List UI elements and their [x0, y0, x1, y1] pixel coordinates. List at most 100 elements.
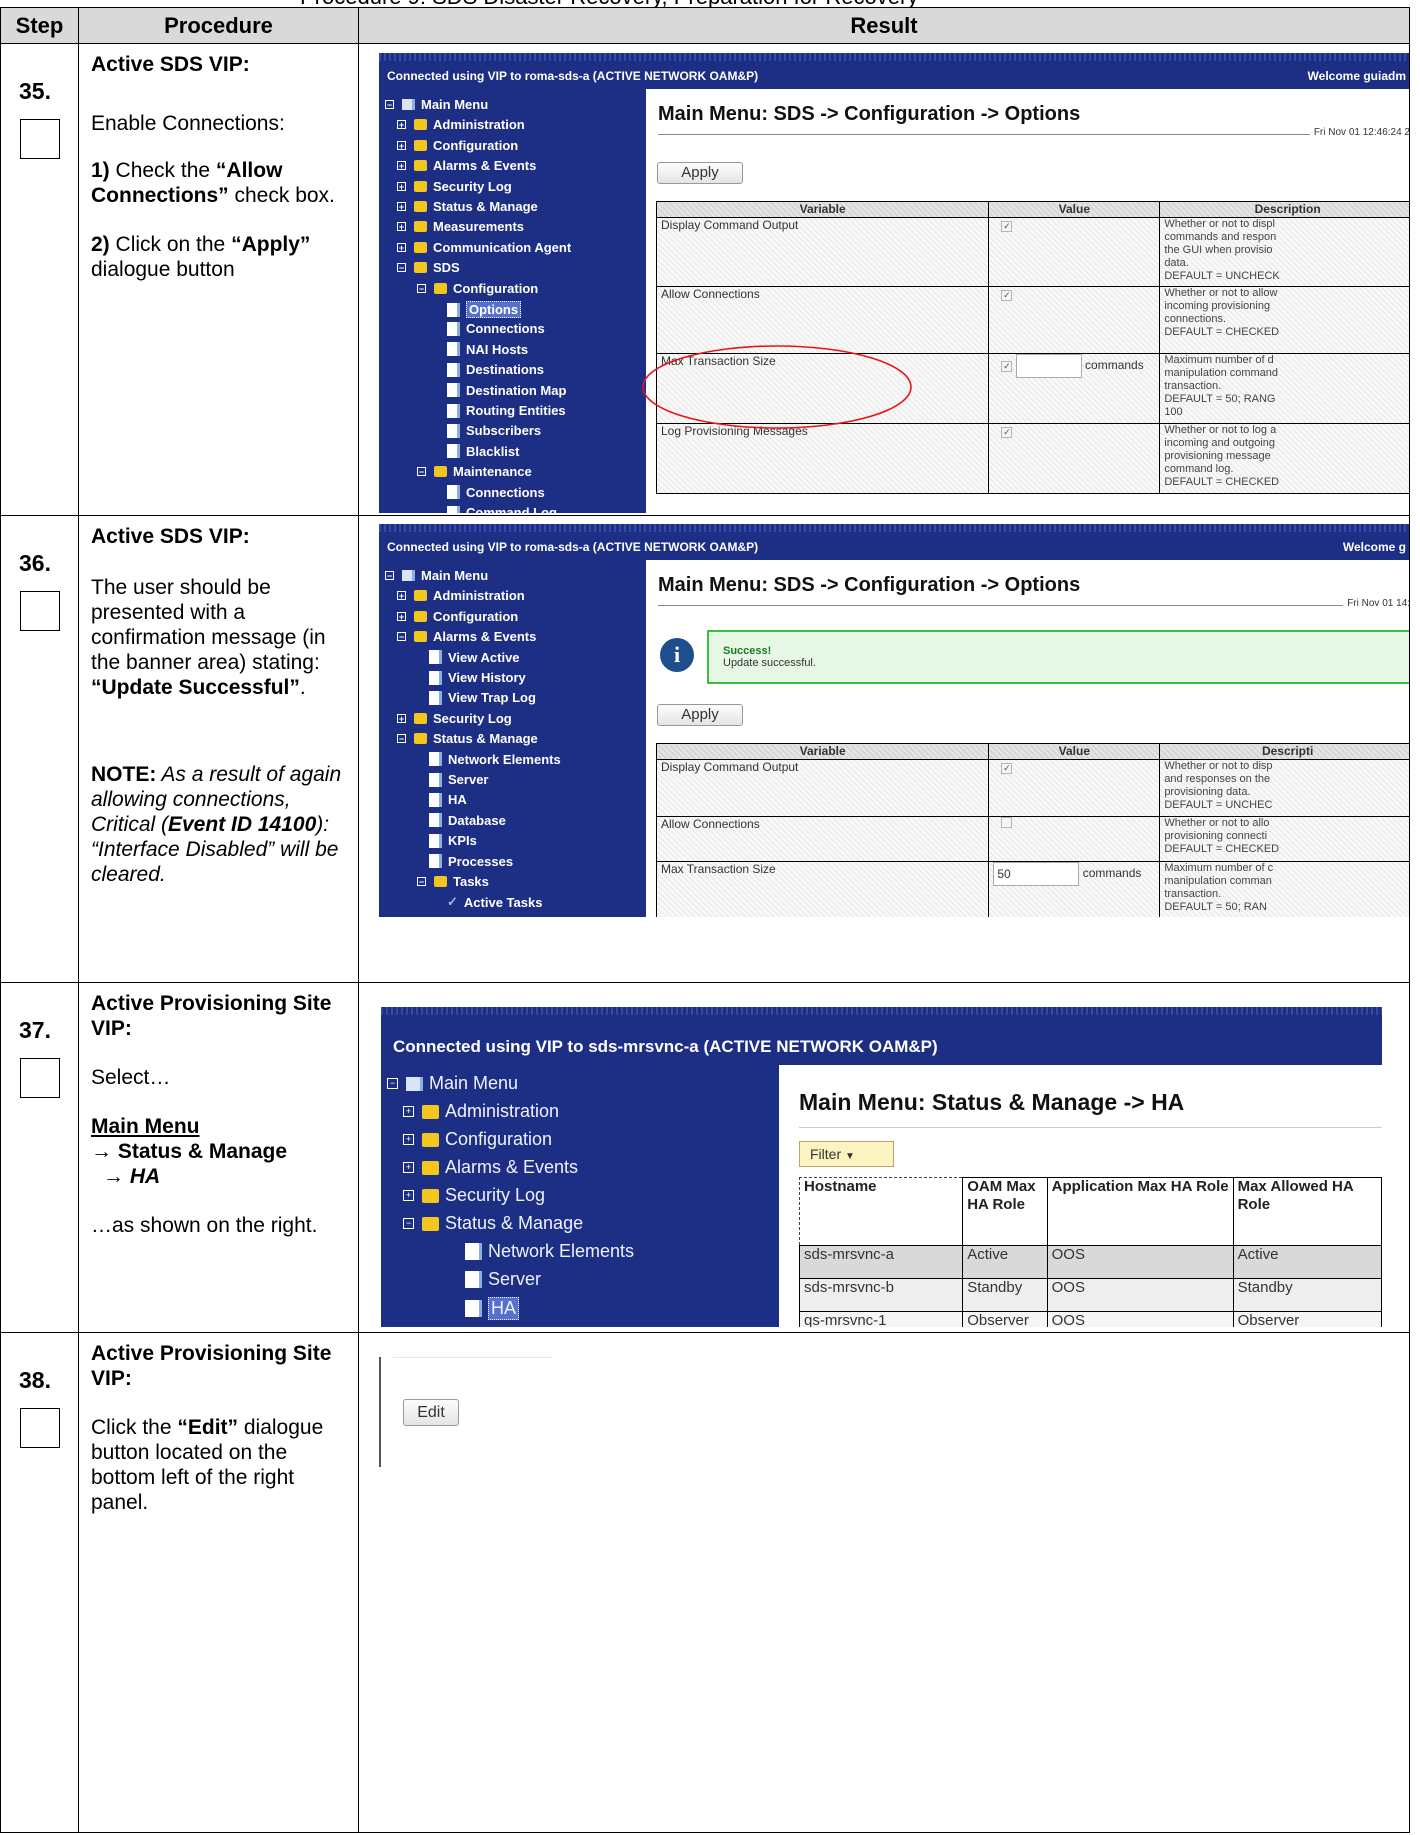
step-checkbox[interactable] — [20, 1058, 60, 1098]
page-icon — [429, 772, 442, 787]
expand-icon[interactable]: + — [403, 1106, 414, 1117]
max-transaction-input[interactable]: 50 — [993, 862, 1080, 886]
hostname-cell: qs-mrsvnc-1 — [798, 1311, 964, 1327]
menu-item[interactable]: + Configuration — [397, 609, 518, 624]
menu-item-label: Active Tasks — [463, 894, 543, 910]
menu-item[interactable]: Server — [429, 772, 488, 787]
collapse-icon[interactable]: − — [397, 734, 406, 744]
step-checkbox[interactable] — [20, 591, 60, 631]
chevron-down-icon: ▼ — [845, 1151, 855, 1162]
collapse-icon[interactable]: − — [397, 632, 406, 642]
filter-button[interactable]: Filter ▼ — [799, 1141, 894, 1167]
checkbox[interactable] — [1001, 817, 1013, 828]
expand-icon[interactable]: + — [403, 1162, 414, 1173]
menu-item[interactable]: Database — [465, 1325, 565, 1327]
main-menu: − Main Menu + Administration + Configuration −… — [379, 560, 646, 917]
step-cell: 36. — [0, 515, 79, 983]
menu-item[interactable]: HA — [465, 1297, 520, 1320]
page-icon — [465, 1243, 482, 1260]
menu-item[interactable]: − Alarms & Events — [397, 629, 536, 644]
table-header-row: Variable Value Descripti — [655, 743, 1409, 760]
menu-item-label: Security Log — [433, 710, 512, 726]
page-icon — [429, 690, 442, 705]
menu-item[interactable]: Network Elements — [429, 752, 561, 767]
success-banner: Success! Update successful. — [707, 630, 1409, 684]
menu-item[interactable]: View Trap Log — [429, 690, 536, 705]
menu-item[interactable]: + Alarms & Events — [403, 1157, 578, 1178]
menu-item-label: Configuration — [445, 1129, 553, 1149]
menu-item[interactable]: − Status & Manage — [397, 731, 538, 746]
menu-item[interactable]: Processes — [429, 854, 513, 869]
page-title: Main Menu: Status & Manage -> HA — [799, 1089, 1185, 1115]
variable-name: Display Command Output — [655, 759, 990, 817]
menu-item[interactable]: + Administration — [397, 588, 525, 603]
menu-item[interactable]: Network Elements — [465, 1241, 634, 1262]
collapse-icon[interactable]: − — [417, 877, 426, 887]
menu-item[interactable]: View Active — [429, 650, 520, 665]
menu-item[interactable]: Server — [465, 1269, 541, 1290]
menu-item-label: Status & Manage — [433, 731, 538, 747]
description-text: Whether or not to disp and responses on t… — [1164, 760, 1408, 812]
step-instruction: 1) Check the “Allow Connections” check b… — [91, 158, 350, 208]
collapse-icon[interactable]: − — [403, 1218, 414, 1229]
description-line: provisioning data. — [1164, 786, 1251, 798]
menu-item[interactable]: − Main Menu — [385, 568, 488, 583]
col-header[interactable]: Application Max HA Role — [1046, 1177, 1234, 1246]
apply-button[interactable]: Apply — [657, 704, 743, 726]
menu-item[interactable]: View History — [429, 670, 526, 685]
procedure-cell: Active Provisioning Site VIP: Click the … — [78, 1332, 359, 1833]
menu-item[interactable]: + Security Log — [403, 1185, 545, 1206]
edit-button[interactable]: Edit — [403, 1399, 459, 1426]
step-heading: Active Provisioning Site VIP: — [91, 1342, 332, 1390]
collapse-icon[interactable]: − — [387, 1078, 398, 1089]
menu-item[interactable]: Database — [429, 813, 506, 828]
table-row[interactable]: sds-mrsvnc-a Active OOS Active — [798, 1245, 1382, 1279]
table-row[interactable]: qs-mrsvnc-1 Observer OOS Observer — [798, 1311, 1382, 1327]
description-line: provisioning connecti — [1164, 830, 1268, 842]
table-row[interactable]: sds-mrsvnc-b Standby OOS Standby — [798, 1278, 1382, 1312]
success-icon: i — [660, 638, 694, 672]
menu-item[interactable]: KPIs — [429, 833, 477, 848]
step-checkbox[interactable] — [20, 1408, 60, 1448]
expand-icon[interactable]: + — [403, 1134, 414, 1145]
description-cell: Whether or not to allo provisioning conne… — [1159, 816, 1409, 862]
substep-text: Click on the — [109, 233, 232, 256]
instruction-emphasis: “Edit” — [177, 1416, 239, 1439]
menu-item-label: Alarms & Events — [433, 629, 537, 645]
checkbox[interactable]: ✓ — [1001, 763, 1013, 774]
page-icon — [429, 792, 442, 807]
description-text: Whether or not to allo provisioning conne… — [1164, 817, 1408, 856]
substep-emphasis: “Apply” — [231, 233, 311, 256]
welcome-text: Welcome g — [1342, 540, 1406, 554]
step-note: NOTE: As a result of again allowing conn… — [91, 762, 350, 887]
menu-item[interactable]: − Main Menu — [387, 1073, 518, 1094]
expand-icon[interactable]: + — [403, 1190, 414, 1201]
menu-item-label: HA — [488, 1297, 520, 1320]
menu-item[interactable]: HA — [429, 792, 467, 807]
expand-icon[interactable]: + — [397, 713, 406, 723]
menu-item[interactable]: + Security Log — [397, 711, 512, 726]
description-cell: Maximum number of c manipulation comman tr… — [1159, 861, 1409, 917]
menu-item[interactable]: − Status & Manage — [403, 1213, 583, 1234]
menu-item[interactable]: ✓ Scheduled Tasks — [447, 915, 569, 917]
step-checkbox[interactable] — [20, 119, 60, 159]
computer-icon — [402, 570, 415, 581]
col-header[interactable]: Hostname — [798, 1177, 964, 1246]
expand-icon[interactable]: + — [397, 591, 406, 601]
description-line: Maximum number of c — [1164, 862, 1274, 874]
menu-item[interactable]: − Tasks — [417, 874, 489, 889]
description-line: Whether or not to disp — [1164, 760, 1273, 772]
step-instruction: Enable Connections: — [91, 112, 285, 135]
result-cell: Edit — [358, 1332, 1410, 1833]
menu-item[interactable]: + Configuration — [403, 1129, 552, 1150]
col-header[interactable]: Max Allowed HA Role — [1232, 1177, 1382, 1246]
menu-path: → HA — [103, 1165, 161, 1188]
menu-item[interactable]: ✓ Active Tasks — [447, 894, 542, 910]
table-row: Allow Connections Whether or not to allo… — [655, 816, 1409, 862]
collapse-icon[interactable]: − — [385, 571, 394, 581]
expand-icon[interactable]: + — [397, 611, 406, 621]
col-header[interactable]: OAM Max HA Role — [962, 1177, 1048, 1246]
menu-item-label: Administration — [445, 1101, 560, 1121]
menu-item[interactable]: + Administration — [403, 1101, 559, 1122]
step-instruction: …as shown on the right. — [91, 1214, 318, 1237]
